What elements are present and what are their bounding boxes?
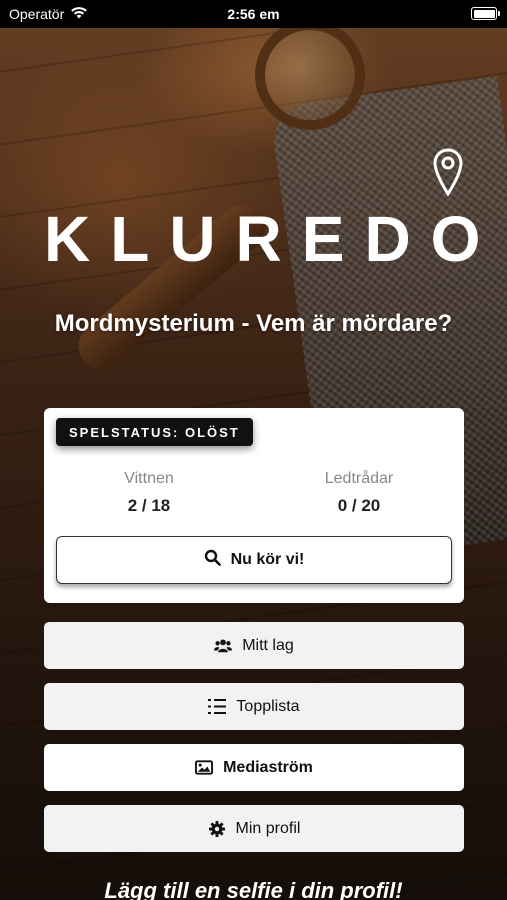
clues-value: 0 / 20 <box>337 496 381 515</box>
clues-label: Ledtrådar <box>324 470 394 487</box>
leaderboard-label: Topplista <box>236 697 300 715</box>
game-status-badge: SPELSTATUS: OLÖST <box>56 418 253 446</box>
users-icon <box>214 637 233 655</box>
clues-stat: Ledtrådar 0 / 20 <box>254 470 464 516</box>
gear-icon <box>208 820 226 838</box>
my-profile-button[interactable]: Min profil <box>44 805 464 852</box>
list-icon <box>208 698 227 716</box>
leaderboard-button[interactable]: Topplista <box>44 683 464 730</box>
game-title: Mordmysterium - Vem är mördare? <box>54 310 453 337</box>
game-status-card: SPELSTATUS: OLÖST Vittnen 2 / 18 Ledtråd… <box>44 408 464 603</box>
start-game-button[interactable]: Nu kör vi! <box>56 536 452 584</box>
witnesses-label: Vittnen <box>124 470 174 487</box>
location-pin-icon <box>432 146 464 197</box>
my-team-button[interactable]: Mitt lag <box>44 622 464 669</box>
media-stream-button[interactable]: Mediaström <box>44 744 464 791</box>
clock: 2:56 em <box>227 6 280 22</box>
witnesses-value: 2 / 18 <box>127 496 171 515</box>
status-bar: Operatör 2:56 em <box>0 0 507 28</box>
selfie-prompt: Lägg till en selfie i din profil! <box>104 878 403 900</box>
my-profile-label: Min profil <box>235 819 301 837</box>
my-team-label: Mitt lag <box>242 636 294 654</box>
media-stream-label: Mediaström <box>223 758 313 776</box>
battery-icon <box>471 7 500 20</box>
app-logo: KLUREDO <box>44 203 501 275</box>
start-game-label: Nu kör vi! <box>230 551 305 568</box>
search-icon <box>204 549 221 571</box>
witnesses-stat: Vittnen 2 / 18 <box>44 470 254 516</box>
image-icon <box>195 759 214 777</box>
